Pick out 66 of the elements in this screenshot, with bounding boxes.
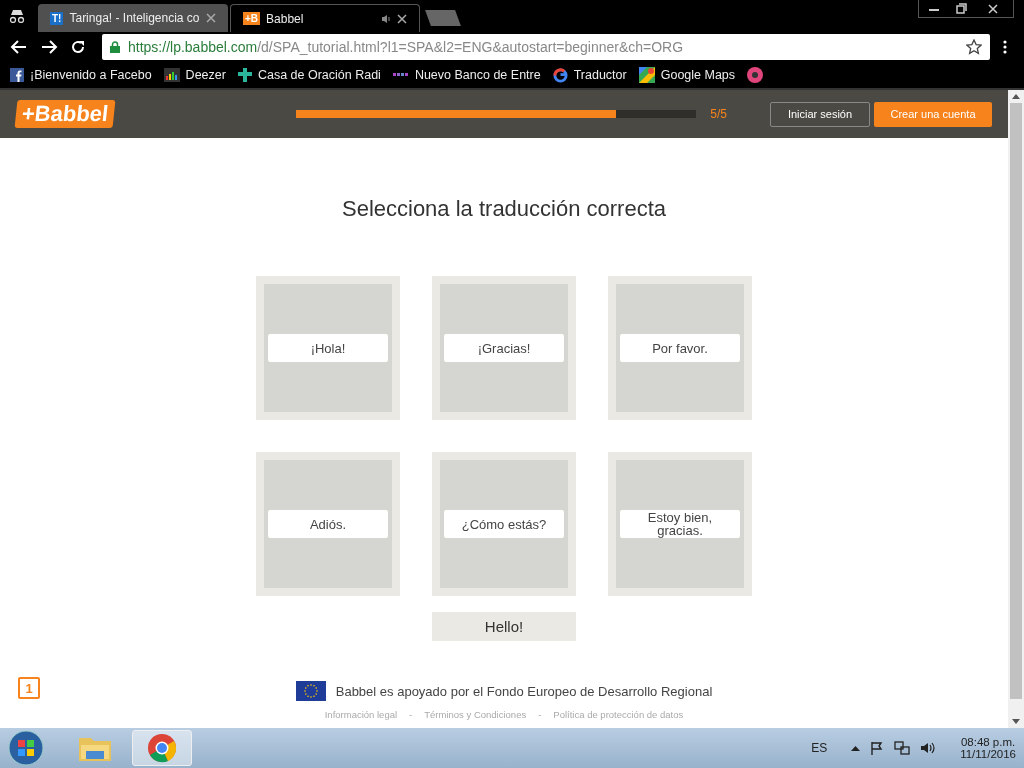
answer-label: ¿Cómo estás?: [444, 510, 564, 538]
link-separator: -: [409, 709, 413, 720]
question-title: Selecciona la traducción correcta: [341, 196, 667, 222]
funding-note: Babbel es apoyado por el Fondo Europeo de Desarrollo Regional: [335, 683, 713, 699]
facebook-icon: [10, 68, 24, 82]
login-button[interactable]: Iniciar sesión: [770, 101, 870, 127]
answer-label: Por favor.: [620, 334, 740, 362]
answer-label: Estoy bien, gracias.: [620, 510, 740, 538]
browser-tab[interactable]: T! Taringa! - Inteligencia co: [38, 4, 228, 32]
tab-title: Babbel: [266, 11, 305, 26]
tab-favicon: T!: [50, 11, 64, 25]
answer-card[interactable]: ¡Hola!: [256, 276, 400, 420]
answer-card[interactable]: Adiós.: [256, 452, 400, 596]
answer-card[interactable]: Por favor.: [608, 276, 752, 420]
close-icon[interactable]: [397, 13, 407, 24]
eu-flag-icon: [295, 681, 326, 701]
address-bar[interactable]: https://lp.babbel.com/d/SPA_tutorial.html?l1=SPA&l2=ENG&autostart=beginner&ch=ORG: [102, 34, 990, 60]
forward-icon[interactable]: [40, 39, 58, 55]
tab-favicon: +B: [243, 12, 261, 25]
answer-card[interactable]: Estoy bien, gracias.: [608, 452, 752, 596]
chevron-up-icon[interactable]: [851, 745, 861, 751]
scroll-down-icon[interactable]: [1012, 719, 1020, 724]
back-icon[interactable]: [10, 39, 28, 55]
lock-icon: [110, 41, 120, 53]
bookmark[interactable]: Deezer: [163, 68, 226, 82]
dots-icon: [392, 73, 409, 77]
map-icon: [638, 67, 655, 83]
equalizer-icon: [163, 68, 180, 82]
browser-tab[interactable]: +B Babbel: [230, 4, 420, 32]
bookmark-label: Deezer: [185, 68, 226, 82]
clock-date[interactable]: 11/11/2016: [960, 748, 1016, 760]
link-separator: -: [538, 709, 542, 720]
incognito-icon: [8, 9, 26, 23]
prompt-word: Hello!: [432, 612, 576, 641]
chrome-icon: [147, 733, 177, 763]
google-icon: [552, 67, 568, 83]
bookmark-label: Traductor: [573, 68, 627, 82]
clock-time[interactable]: 08:48 p.m.: [960, 736, 1016, 748]
cross-icon: [237, 68, 252, 82]
reload-icon[interactable]: [70, 39, 86, 55]
network-icon[interactable]: [894, 741, 911, 755]
tab-title: Taringa! - Inteligencia co: [69, 11, 200, 25]
volume-icon[interactable]: [920, 741, 937, 755]
answer-label: ¡Gracias!: [444, 334, 564, 362]
answer-label: ¡Hola!: [268, 334, 388, 362]
answer-card[interactable]: ¿Cómo estás?: [432, 452, 576, 596]
menu-icon[interactable]: [1002, 39, 1008, 55]
circle-icon: [747, 67, 764, 83]
scroll-thumb[interactable]: [1010, 103, 1022, 699]
progress-count: 5/5: [710, 107, 727, 121]
url-text: https://lp.babbel.com/d/SPA_tutorial.html?l1=SPA&l2=ENG&autostart=beginner&ch=ORG: [128, 39, 685, 55]
bookmark-label: Google Maps: [660, 68, 736, 82]
start-icon[interactable]: [8, 730, 44, 766]
new-tab-button[interactable]: [425, 10, 461, 26]
flag-icon[interactable]: [870, 741, 885, 755]
answer-label: Adiós.: [268, 510, 388, 538]
bookmark[interactable]: Google Maps: [638, 67, 736, 83]
bookmark[interactable]: [747, 67, 764, 83]
scrollbar[interactable]: [1008, 90, 1024, 728]
window-controls[interactable]: [918, 0, 1014, 18]
answer-card[interactable]: ¡Gracias!: [432, 276, 576, 420]
taskbar-button[interactable]: [132, 730, 192, 766]
bookmark[interactable]: Traductor: [552, 67, 627, 83]
language-indicator[interactable]: ES: [811, 741, 828, 755]
scroll-up-icon[interactable]: [1012, 94, 1020, 99]
star-icon[interactable]: [966, 39, 982, 55]
